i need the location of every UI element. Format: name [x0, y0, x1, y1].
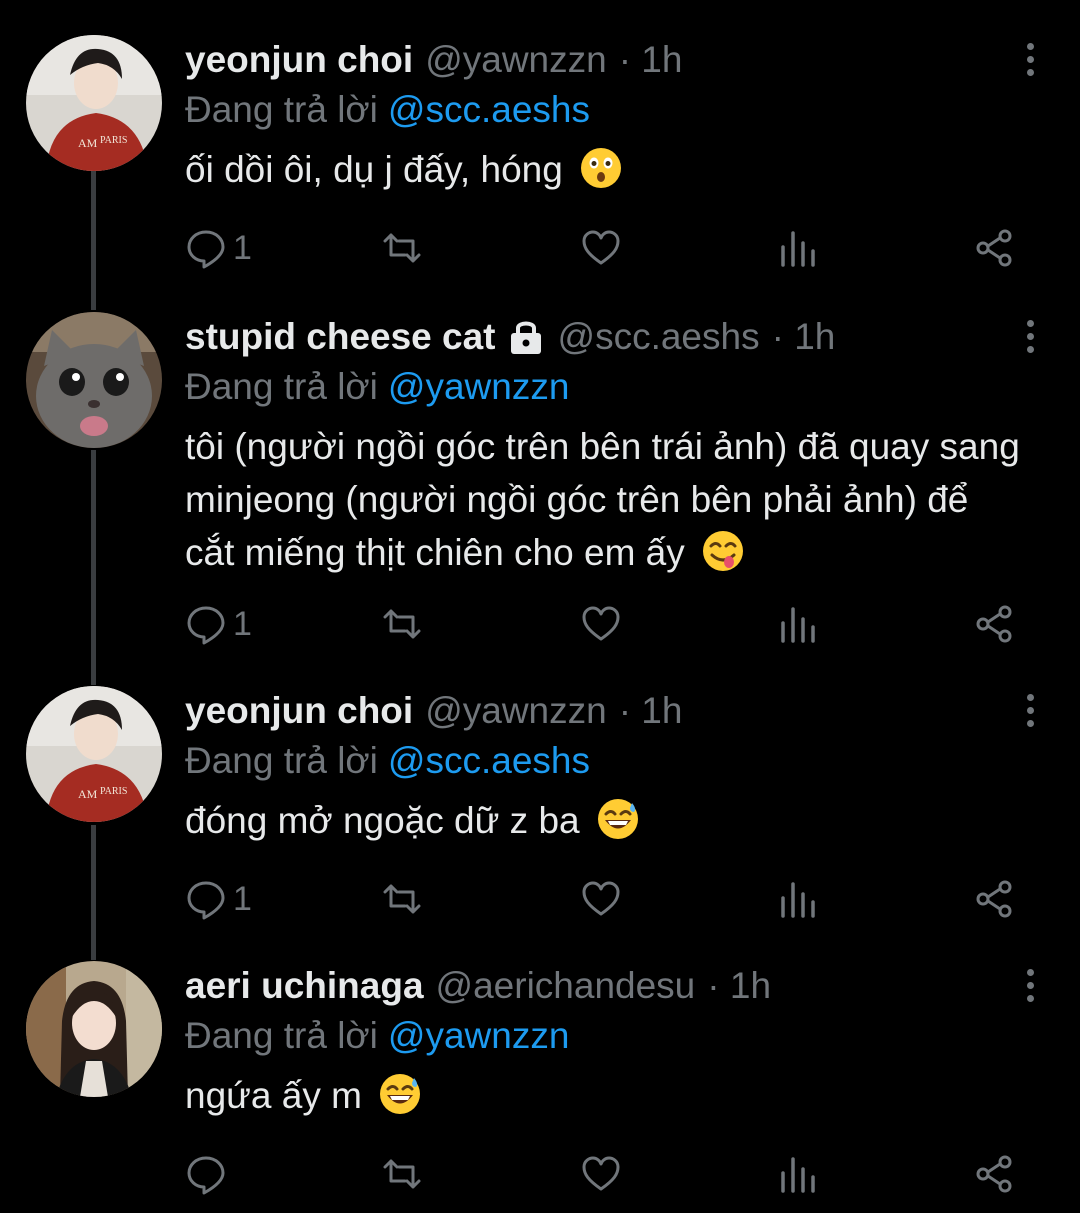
views-icon	[781, 607, 815, 643]
tweet[interactable]: AM PARIS yeonjun choi @yawnzzn · 1h Đang…	[0, 35, 1080, 275]
share-button[interactable]	[973, 599, 1015, 649]
views-button[interactable]	[777, 874, 819, 924]
share-button[interactable]	[973, 874, 1015, 924]
like-icon	[582, 881, 620, 916]
reply-count: 1	[233, 228, 252, 267]
share-button[interactable]	[973, 1149, 1015, 1199]
user-handle[interactable]: @scc.aeshs	[558, 312, 760, 362]
avatar-image	[26, 961, 162, 1097]
svg-text:AM: AM	[78, 787, 98, 801]
retweet-button[interactable]	[381, 874, 423, 924]
reply-target-link[interactable]: @yawnzzn	[388, 1015, 570, 1056]
like-button[interactable]	[580, 599, 622, 649]
retweet-button[interactable]	[381, 1149, 423, 1199]
tweet-text: tôi (người ngồi góc trên bên trái ảnh) đ…	[185, 426, 1020, 573]
views-button[interactable]	[777, 1149, 819, 1199]
retweet-icon	[383, 1159, 421, 1189]
retweet-icon	[383, 884, 421, 914]
svg-text:AM: AM	[78, 136, 98, 150]
more-icon[interactable]	[1010, 39, 1050, 79]
tweet-text: ối dồi ôi, dụ j đấy, hóng	[185, 149, 563, 190]
display-name[interactable]: stupid cheese cat	[185, 312, 496, 362]
grinning-face-with-sweat-icon	[597, 799, 638, 839]
avatar[interactable]: AM PARIS	[26, 686, 162, 822]
reply-target-link[interactable]: @yawnzzn	[388, 366, 570, 407]
retweet-button[interactable]	[381, 223, 423, 273]
tweet[interactable]: aeri uchinaga @aerichandesu · 1h Đang tr…	[0, 961, 1080, 1201]
share-icon	[976, 229, 1012, 267]
astonished-face-icon	[581, 148, 622, 188]
reply-button[interactable]: 1	[185, 223, 252, 273]
timestamp[interactable]: · 1h	[707, 961, 771, 1011]
reply-button[interactable]	[185, 1149, 233, 1199]
replying-to-label: Đang trả lời	[185, 1015, 378, 1056]
user-handle[interactable]: @aerichandesu	[436, 961, 696, 1011]
views-button[interactable]	[777, 223, 819, 273]
grinning-face-with-sweat-icon	[380, 1074, 421, 1114]
avatar-image	[26, 312, 162, 448]
avatar-image: AM PARIS	[26, 686, 162, 822]
tweet-text: đóng mở ngoặc dữ z ba	[185, 800, 580, 841]
share-button[interactable]	[973, 223, 1015, 273]
more-icon[interactable]	[1010, 965, 1050, 1005]
timestamp[interactable]: · 1h	[619, 686, 683, 736]
share-icon	[976, 880, 1012, 918]
share-icon	[976, 1155, 1012, 1193]
reply-icon	[187, 230, 225, 269]
avatar[interactable]	[26, 961, 162, 1097]
retweet-icon	[383, 233, 421, 263]
share-icon	[976, 605, 1012, 643]
timestamp[interactable]: · 1h	[772, 312, 836, 362]
avatar[interactable]	[26, 312, 162, 448]
replying-to-label: Đang trả lời	[185, 740, 378, 781]
views-icon	[781, 882, 815, 918]
lock-icon	[510, 321, 541, 354]
like-icon	[582, 230, 620, 265]
reply-target-link[interactable]: @scc.aeshs	[388, 740, 590, 781]
views-button[interactable]	[777, 599, 819, 649]
reply-icon	[187, 1156, 225, 1195]
retweet-icon	[383, 609, 421, 639]
svg-text:PARIS: PARIS	[100, 786, 127, 797]
like-button[interactable]	[580, 223, 622, 273]
more-icon[interactable]	[1010, 690, 1050, 730]
reply-button[interactable]: 1	[185, 599, 252, 649]
reply-count: 1	[233, 879, 252, 918]
avatar-image: AM PARIS	[26, 35, 162, 171]
replying-to-label: Đang trả lời	[185, 366, 378, 407]
retweet-button[interactable]	[381, 599, 423, 649]
like-button[interactable]	[580, 1149, 622, 1199]
reply-icon	[187, 881, 225, 920]
display-name[interactable]: yeonjun choi	[185, 35, 413, 85]
like-icon	[582, 606, 620, 641]
display-name[interactable]: aeri uchinaga	[185, 961, 424, 1011]
reply-target-link[interactable]: @scc.aeshs	[388, 89, 590, 130]
views-icon	[781, 1157, 815, 1193]
reply-count: 1	[233, 604, 252, 643]
like-icon	[582, 1156, 620, 1191]
replying-to-label: Đang trả lời	[185, 89, 378, 130]
user-handle[interactable]: @yawnzzn	[425, 35, 607, 85]
tweet[interactable]: stupid cheese cat @scc.aeshs · 1h Đang t…	[0, 312, 1080, 652]
more-icon[interactable]	[1010, 316, 1050, 356]
views-icon	[781, 231, 815, 267]
svg-text:PARIS: PARIS	[100, 135, 127, 146]
display-name[interactable]: yeonjun choi	[185, 686, 413, 736]
face-savoring-food-icon	[703, 531, 744, 571]
reply-button[interactable]: 1	[185, 874, 252, 924]
like-button[interactable]	[580, 874, 622, 924]
tweet[interactable]: AM PARIS yeonjun choi @yawnzzn · 1h Đang…	[0, 686, 1080, 926]
tweet-text: ngứa ấy m	[185, 1075, 362, 1116]
reply-icon	[187, 606, 225, 645]
user-handle[interactable]: @yawnzzn	[425, 686, 607, 736]
avatar[interactable]: AM PARIS	[26, 35, 162, 171]
timestamp[interactable]: · 1h	[619, 35, 683, 85]
